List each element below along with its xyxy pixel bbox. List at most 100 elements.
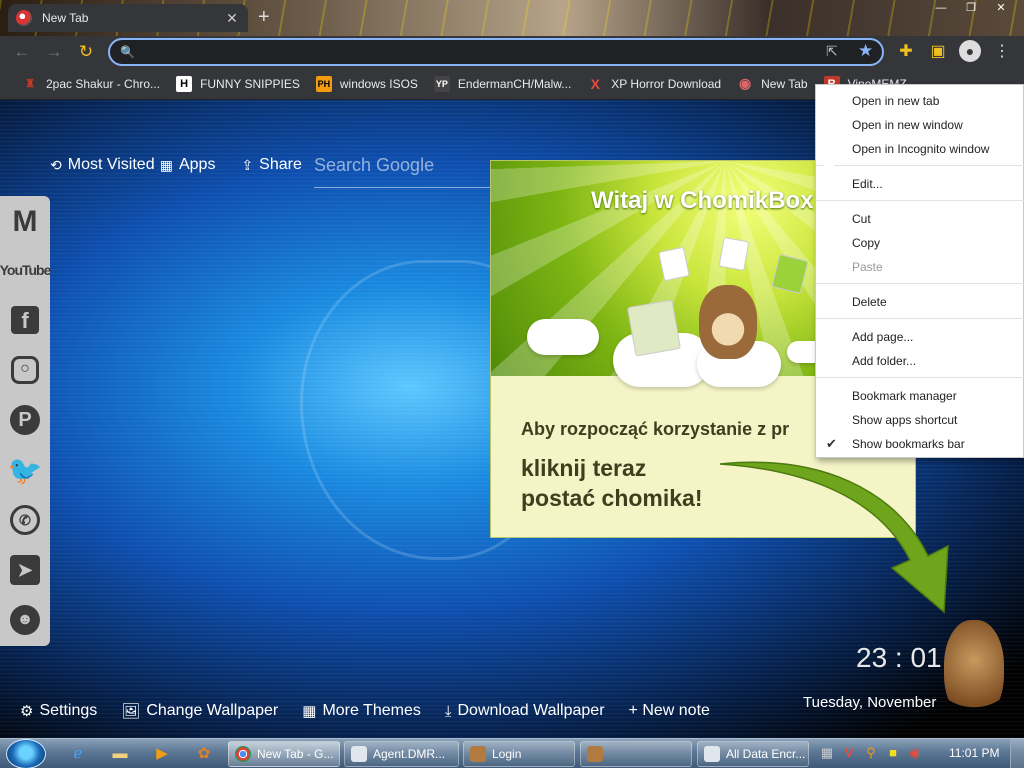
menu-show-bookmarks-bar[interactable]: ✔ Show bookmarks bar — [816, 432, 1024, 456]
menu-kebab-icon[interactable]: ⋮ — [990, 40, 1014, 64]
tab-close-icon[interactable]: ✕ — [224, 10, 240, 27]
menu-open-new-tab[interactable]: Open in new tab — [816, 89, 1024, 113]
tab-new-tab[interactable]: New Tab ✕ — [8, 4, 248, 32]
bookmark-favicon-icon: X — [590, 75, 600, 92]
menu-show-bookmarks-bar-label: Show bookmarks bar — [852, 437, 965, 451]
show-desktop-button[interactable] — [1010, 739, 1024, 768]
change-wallpaper-link[interactable]: 🖼 Change Wallpaper — [121, 702, 278, 720]
tray-antivirus-icon[interactable]: V — [841, 745, 857, 761]
app-icon[interactable]: ✿ — [194, 744, 214, 764]
menu-paste: Paste — [852, 260, 883, 274]
profile-avatar-icon[interactable]: ● — [958, 40, 982, 64]
bookmark-item[interactable]: YP EndermanCH/Malw... — [426, 72, 579, 96]
menu-copy[interactable]: Copy — [816, 231, 1024, 255]
share-link[interactable]: ⇪ Share — [241, 156, 301, 174]
taskbar-clock[interactable]: 11:01 PM — [949, 746, 999, 760]
whatsapp-icon[interactable]: ✆ — [5, 500, 45, 540]
more-themes-link[interactable]: ▦ More Themes — [302, 702, 421, 720]
forward-icon[interactable]: → — [42, 40, 66, 64]
tray-notes-icon[interactable]: ■ — [885, 745, 901, 761]
task-label: All Data Encr... — [726, 747, 806, 761]
bookmark-favicon-icon: YP — [433, 75, 450, 92]
task-data-encr[interactable]: All Data Encr... — [697, 741, 809, 767]
share-icon: ⇪ — [241, 156, 254, 173]
minimize-icon[interactable]: — — [926, 0, 956, 16]
download-wallpaper-label: Download Wallpaper — [457, 702, 605, 719]
tray-search-icon[interactable]: ⚲ — [863, 745, 879, 761]
menu-show-apps-shortcut[interactable]: Show apps shortcut — [816, 408, 1024, 432]
new-note-link[interactable]: + New note — [629, 702, 710, 720]
more-themes-label: More Themes — [322, 702, 421, 719]
menu-open-new-window[interactable]: Open in new window — [816, 113, 1024, 137]
instagram-icon[interactable]: ○ — [5, 350, 45, 390]
task-label: Agent.DMR... — [373, 747, 446, 761]
menu-add-page[interactable]: Add page... — [816, 325, 1024, 349]
menu-add-folder[interactable]: Add folder... — [816, 349, 1024, 373]
bookmark-label: XP Horror Download — [611, 76, 722, 91]
window-icon — [704, 746, 720, 762]
menu-cut[interactable]: Cut — [816, 207, 1024, 231]
bookmark-favicon-icon: ♜ — [25, 78, 35, 90]
new-note-label: + New note — [628, 702, 710, 719]
maximize-icon[interactable]: ❐ — [956, 0, 986, 16]
hamster-mascot-icon[interactable] — [699, 285, 757, 359]
media-player-icon[interactable]: ▶ — [152, 744, 172, 764]
clock-date: Tuesday, November — [803, 694, 937, 711]
hamster-character-icon[interactable] — [944, 620, 1004, 720]
social-sidebar: M YouTube f ○ P 🐦 ✆ ➤ ☻ — [0, 196, 51, 646]
download-wallpaper-link[interactable]: ⤓ Download Wallpaper — [445, 702, 605, 720]
side-panel-icon[interactable]: ▣ — [926, 40, 950, 64]
menu-open-incognito[interactable]: Open in Incognito window — [816, 137, 1024, 161]
start-button[interactable] — [6, 739, 46, 768]
task-chomik[interactable] — [580, 741, 692, 767]
internet-explorer-icon[interactable]: ℯ — [68, 744, 88, 764]
cta-line-1: kliknij teraz — [521, 455, 647, 481]
back-icon[interactable]: ← — [10, 40, 34, 64]
close-window-icon[interactable]: ✕ — [986, 0, 1016, 16]
most-visited-link[interactable]: ⟲ Most Visited — [50, 156, 160, 174]
chrome-icon — [235, 746, 251, 762]
pinterest-icon[interactable]: P — [5, 400, 45, 440]
task-login[interactable]: Login — [463, 741, 575, 767]
menu-divider — [816, 377, 1024, 378]
bookmark-item[interactable]: ◉ New Tab — [729, 72, 815, 96]
tab-title: New Tab — [42, 11, 89, 25]
menu-edit[interactable]: Edit... — [816, 172, 1024, 196]
history-icon: ⟲ — [50, 156, 62, 173]
cta-line-2: postać chomika! — [521, 485, 703, 511]
checkmark-icon: ✔ — [826, 436, 837, 451]
apps-grid-icon: ▦ — [159, 156, 173, 173]
clock-time: 23 : 01 — [856, 642, 942, 673]
bookmark-item[interactable]: PH windows ISOS — [308, 72, 426, 96]
omnibox[interactable]: 🔍 ⇱ ★ — [108, 38, 884, 66]
apps-label: Apps — [178, 156, 216, 173]
task-agent[interactable]: Agent.DMR... — [344, 741, 459, 767]
bookmark-item[interactable]: X XP Horror Download — [579, 72, 729, 96]
bookmark-item[interactable]: H FUNNY SNIPPIES — [168, 72, 308, 96]
tray-network-icon[interactable]: ▦ — [819, 745, 835, 761]
system-tray: ▦ V ⚲ ■ ◉ — [815, 742, 945, 766]
share-page-icon[interactable]: ⇱ — [826, 43, 838, 60]
reload-icon[interactable]: ↻ — [74, 40, 98, 64]
chomikbox-cta-text: kliknij teraz postać chomika! — [521, 453, 703, 513]
telegram-icon[interactable]: ➤ — [5, 550, 45, 590]
cloud-shape — [527, 319, 599, 355]
gmail-icon[interactable]: M — [5, 202, 45, 242]
top-links: ⟲ Most Visited ▦ Apps ⇪ Share — [50, 156, 328, 174]
folder-icon[interactable]: ▬ — [110, 744, 130, 764]
settings-link[interactable]: ⚙ Settings — [20, 702, 97, 720]
tray-record-icon[interactable]: ◉ — [907, 745, 923, 761]
facebook-icon[interactable]: f — [5, 300, 45, 340]
apps-link[interactable]: ▦ Apps — [160, 156, 216, 174]
new-tab-button[interactable]: + — [258, 6, 270, 29]
youtube-icon[interactable]: YouTube — [0, 250, 51, 290]
task-chrome[interactable]: New Tab - G... — [228, 741, 340, 767]
menu-bookmark-manager[interactable]: Bookmark manager — [816, 384, 1024, 408]
address-input[interactable] — [140, 43, 800, 61]
bookmark-star-icon[interactable]: ★ — [858, 41, 873, 61]
twitter-icon[interactable]: 🐦 — [5, 450, 45, 490]
reddit-icon[interactable]: ☻ — [5, 600, 45, 640]
bookmark-item[interactable]: ♜ 2pac Shakur - Chro... — [14, 72, 168, 96]
menu-delete[interactable]: Delete — [816, 290, 1024, 314]
extensions-icon[interactable]: ✚ — [894, 40, 918, 64]
